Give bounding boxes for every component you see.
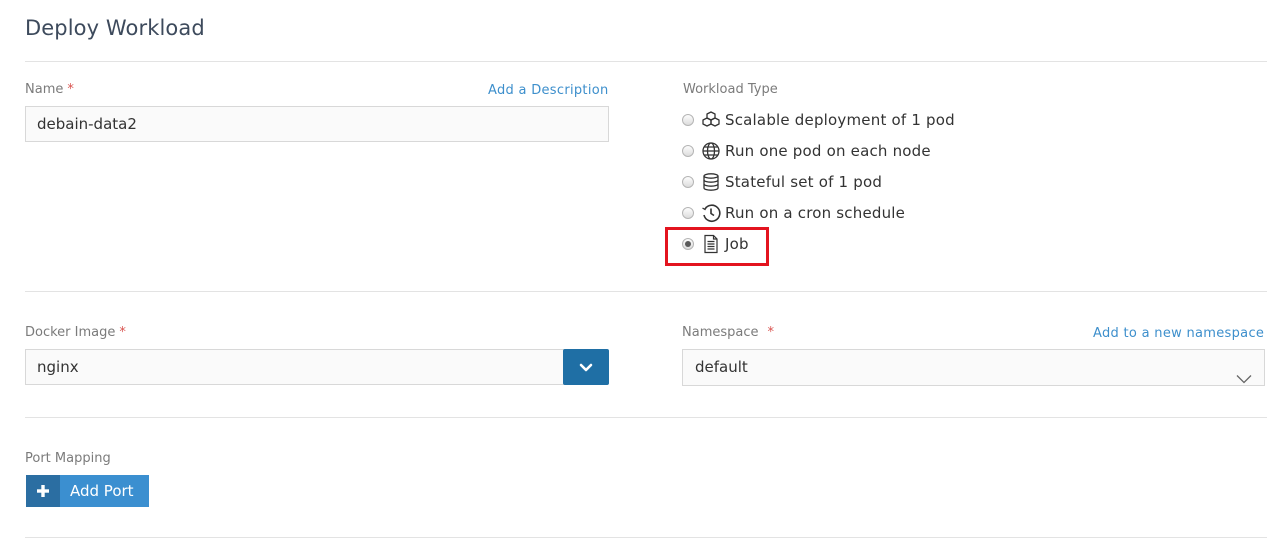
required-mark: * [767,325,775,340]
option-label: Run one pod on each node [725,142,931,160]
add-namespace-link[interactable]: Add to a new namespace [1093,326,1264,341]
option-label: Scalable deployment of 1 pod [725,111,955,129]
required-mark: * [67,82,74,97]
divider [25,537,1267,538]
workload-type-label: Workload Type [683,82,778,97]
port-mapping-label: Port Mapping [25,451,111,466]
plus-icon [26,475,60,507]
divider [25,61,1267,62]
workload-option-cronjob[interactable]: Run on a cron schedule [682,201,905,225]
radio-statefulset[interactable] [682,176,694,188]
database-icon [701,172,721,192]
clock-icon [701,203,721,223]
workload-option-statefulset[interactable]: Stateful set of 1 pod [682,170,882,194]
docker-image-label: Docker Image * [25,325,126,340]
divider [25,417,1267,418]
namespace-label: Namespace * [682,325,774,340]
radio-deployment[interactable] [682,114,694,126]
namespace-value: default [695,358,748,376]
required-mark: * [119,325,126,340]
job-highlight-box [665,227,769,266]
add-description-link[interactable]: Add a Description [488,83,609,98]
add-port-button[interactable]: Add Port [26,475,149,507]
name-input[interactable]: debain-data2 [25,106,609,142]
add-port-label: Add Port [60,475,149,507]
page-title: Deploy Workload [25,16,205,40]
chevron-down-icon [1236,362,1252,397]
image-dropdown-button[interactable] [563,349,609,385]
workload-option-daemonset[interactable]: Run one pod on each node [682,139,931,163]
option-label: Run on a cron schedule [725,204,906,222]
divider [25,291,1267,292]
cubes-icon [701,110,721,130]
radio-daemonset[interactable] [682,145,694,157]
chevron-down-icon [579,358,593,377]
radio-cronjob[interactable] [682,207,694,219]
docker-image-input[interactable]: nginx [25,349,565,385]
workload-option-deployment[interactable]: Scalable deployment of 1 pod [682,108,955,132]
namespace-select[interactable]: default [682,349,1265,386]
name-label: Name * [25,82,74,97]
globe-icon [701,141,721,161]
option-label: Stateful set of 1 pod [725,173,883,191]
